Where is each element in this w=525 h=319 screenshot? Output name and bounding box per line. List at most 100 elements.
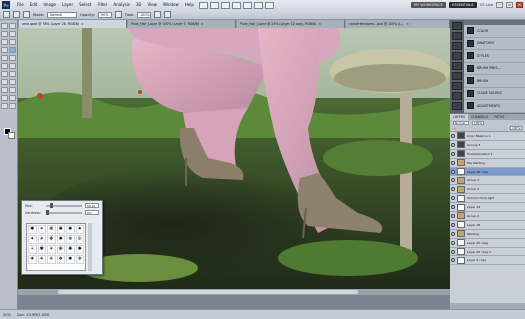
- menu-analysis[interactable]: Analysis: [110, 0, 132, 10]
- brush-hardness-field[interactable]: 0%: [85, 210, 99, 215]
- lasso-tool-icon[interactable]: [1, 31, 8, 37]
- blend-mode-select[interactable]: Normal: [453, 121, 469, 126]
- eraser-tool-icon[interactable]: [1, 63, 8, 69]
- panel-adjustments[interactable]: ADJUSTMENTS: [464, 100, 525, 113]
- close-icon[interactable]: ×: [516, 2, 523, 8]
- menu-layer[interactable]: Layer: [59, 0, 76, 10]
- minibridge-icon[interactable]: [209, 1, 219, 9]
- brush-size-slider[interactable]: [46, 203, 82, 208]
- slider-knob[interactable]: [46, 210, 49, 215]
- panel-brush[interactable]: BRUSH: [464, 75, 525, 88]
- brush-tip-icon[interactable]: ✱: [28, 225, 37, 234]
- menu-filter[interactable]: Filter: [94, 0, 110, 10]
- move-tool-icon[interactable]: [1, 23, 8, 29]
- tab-paths[interactable]: PATHS: [491, 114, 507, 120]
- brush-tip-icon[interactable]: ✸: [56, 235, 65, 244]
- brush-tip-icon[interactable]: ✸: [66, 255, 75, 264]
- visibility-eye-icon[interactable]: [451, 151, 455, 156]
- visibility-eye-icon[interactable]: [451, 133, 455, 138]
- pen-tool-icon[interactable]: [1, 79, 8, 85]
- opacity-field[interactable]: 90%: [97, 11, 112, 18]
- shape-tool-icon[interactable]: [9, 87, 16, 93]
- brush-tip-icon[interactable]: ✷: [28, 255, 37, 264]
- visibility-eye-icon[interactable]: [451, 142, 455, 147]
- layer-row[interactable]: Top Painting: [450, 159, 525, 168]
- brush-tip-icon[interactable]: ❖: [47, 235, 56, 244]
- restore-icon[interactable]: ▫: [506, 2, 513, 8]
- brush-tool-preset-icon[interactable]: [3, 11, 10, 18]
- brush-tip-icon[interactable]: ✱: [37, 245, 46, 254]
- quick-select-tool-icon[interactable]: [9, 31, 16, 37]
- layer-row[interactable]: Layer 25 copy: [450, 239, 525, 248]
- rotate-view-icon[interactable]: [242, 1, 252, 9]
- my-workspace-button[interactable]: MY WORKSPACE: [410, 2, 446, 8]
- gradient-tool-icon[interactable]: [9, 63, 16, 69]
- menu-help[interactable]: Help: [182, 0, 197, 10]
- 3d-orbit-icon[interactable]: [9, 95, 16, 101]
- crop-tool-icon[interactable]: [1, 39, 8, 45]
- tab-close-icon[interactable]: ×: [406, 22, 409, 26]
- slider-knob[interactable]: [50, 203, 53, 208]
- paragraph-icon[interactable]: [452, 52, 462, 60]
- menu-image[interactable]: Image: [40, 0, 59, 10]
- tab-close-icon[interactable]: ×: [201, 22, 204, 26]
- character-icon[interactable]: [452, 42, 462, 50]
- brush-panel-toggle-icon[interactable]: [23, 11, 30, 18]
- layer-row[interactable]: Layer 18: [450, 221, 525, 230]
- type-tool-icon[interactable]: [9, 79, 16, 85]
- cs-live-button[interactable]: CS Live: [480, 3, 493, 7]
- layer-fill-field[interactable]: 100%: [510, 125, 522, 130]
- layer-row[interactable]: Color Balance 1: [450, 132, 525, 141]
- brush-tip-icon[interactable]: ✦: [37, 255, 46, 264]
- zoom-level[interactable]: 50%: [3, 313, 11, 317]
- tool-presets-icon[interactable]: [452, 92, 462, 100]
- visibility-eye-icon[interactable]: [451, 178, 455, 183]
- screen-mode-icon[interactable]: [264, 1, 274, 9]
- menu-window[interactable]: Window: [160, 0, 182, 10]
- menu-view[interactable]: View: [145, 0, 161, 10]
- layer-opacity-field[interactable]: 100%: [472, 121, 484, 126]
- visibility-eye-icon[interactable]: [451, 240, 455, 245]
- path-select-icon[interactable]: [1, 87, 8, 93]
- info-icon[interactable]: [452, 72, 462, 80]
- doc-tab[interactable]: Pixie_Hair_Layer @ 25% (Layer 12 copy, R…: [237, 20, 345, 28]
- brush-tip-icon[interactable]: ✺: [56, 225, 65, 234]
- panel-color[interactable]: COLOR: [464, 25, 525, 38]
- layer-row[interactable]: Hue/Saturation 1: [450, 150, 525, 159]
- brush-tip-icon[interactable]: ✳: [47, 255, 56, 264]
- brush-tip-icon[interactable]: ❋: [56, 245, 65, 254]
- tab-layers[interactable]: LAYERS: [450, 114, 468, 120]
- layer-row[interactable]: Curves 3: [450, 141, 525, 150]
- menu-edit[interactable]: Edit: [27, 0, 41, 10]
- brush-tip-icon[interactable]: ✦: [28, 235, 37, 244]
- marquee-tool-icon[interactable]: [9, 23, 16, 29]
- 3d-rotate-icon[interactable]: [1, 95, 8, 101]
- hand-tool-icon[interactable]: [231, 1, 241, 9]
- visibility-eye-icon[interactable]: [451, 196, 455, 201]
- visibility-eye-icon[interactable]: [451, 205, 455, 210]
- navigator-icon[interactable]: [452, 62, 462, 70]
- visibility-eye-icon[interactable]: [451, 231, 455, 236]
- panel-styles[interactable]: STYLES: [464, 50, 525, 63]
- menu-3d[interactable]: 3D: [133, 0, 145, 10]
- brush-tip-icon[interactable]: ✵: [66, 235, 75, 244]
- brush-tip-icon[interactable]: ✹: [75, 245, 84, 254]
- tab-close-icon[interactable]: ×: [81, 22, 84, 26]
- notes-icon[interactable]: [452, 102, 462, 110]
- brush-size-field[interactable]: 55 px: [85, 203, 99, 208]
- brush-tip-icon[interactable]: •: [28, 245, 37, 254]
- menu-select[interactable]: Select: [76, 0, 94, 10]
- visibility-eye-icon[interactable]: [451, 160, 455, 165]
- brush-grid-scrollbar[interactable]: [88, 223, 92, 271]
- layer-row[interactable]: Layer 0 copy: [450, 256, 525, 266]
- brush-tip-icon[interactable]: ✵: [75, 255, 84, 264]
- eyedropper-tool-icon[interactable]: [9, 39, 16, 45]
- hand-tool-icon[interactable]: [1, 103, 8, 109]
- brush-tool-icon[interactable]: [9, 47, 16, 53]
- lock-icons[interactable]: 🔒: [453, 126, 456, 130]
- actions-icon[interactable]: [452, 32, 462, 40]
- visibility-eye-icon[interactable]: [451, 222, 455, 227]
- brush-tip-icon[interactable]: ❖: [56, 255, 65, 264]
- visibility-eye-icon[interactable]: [451, 249, 455, 254]
- history-brush-icon[interactable]: [9, 55, 16, 61]
